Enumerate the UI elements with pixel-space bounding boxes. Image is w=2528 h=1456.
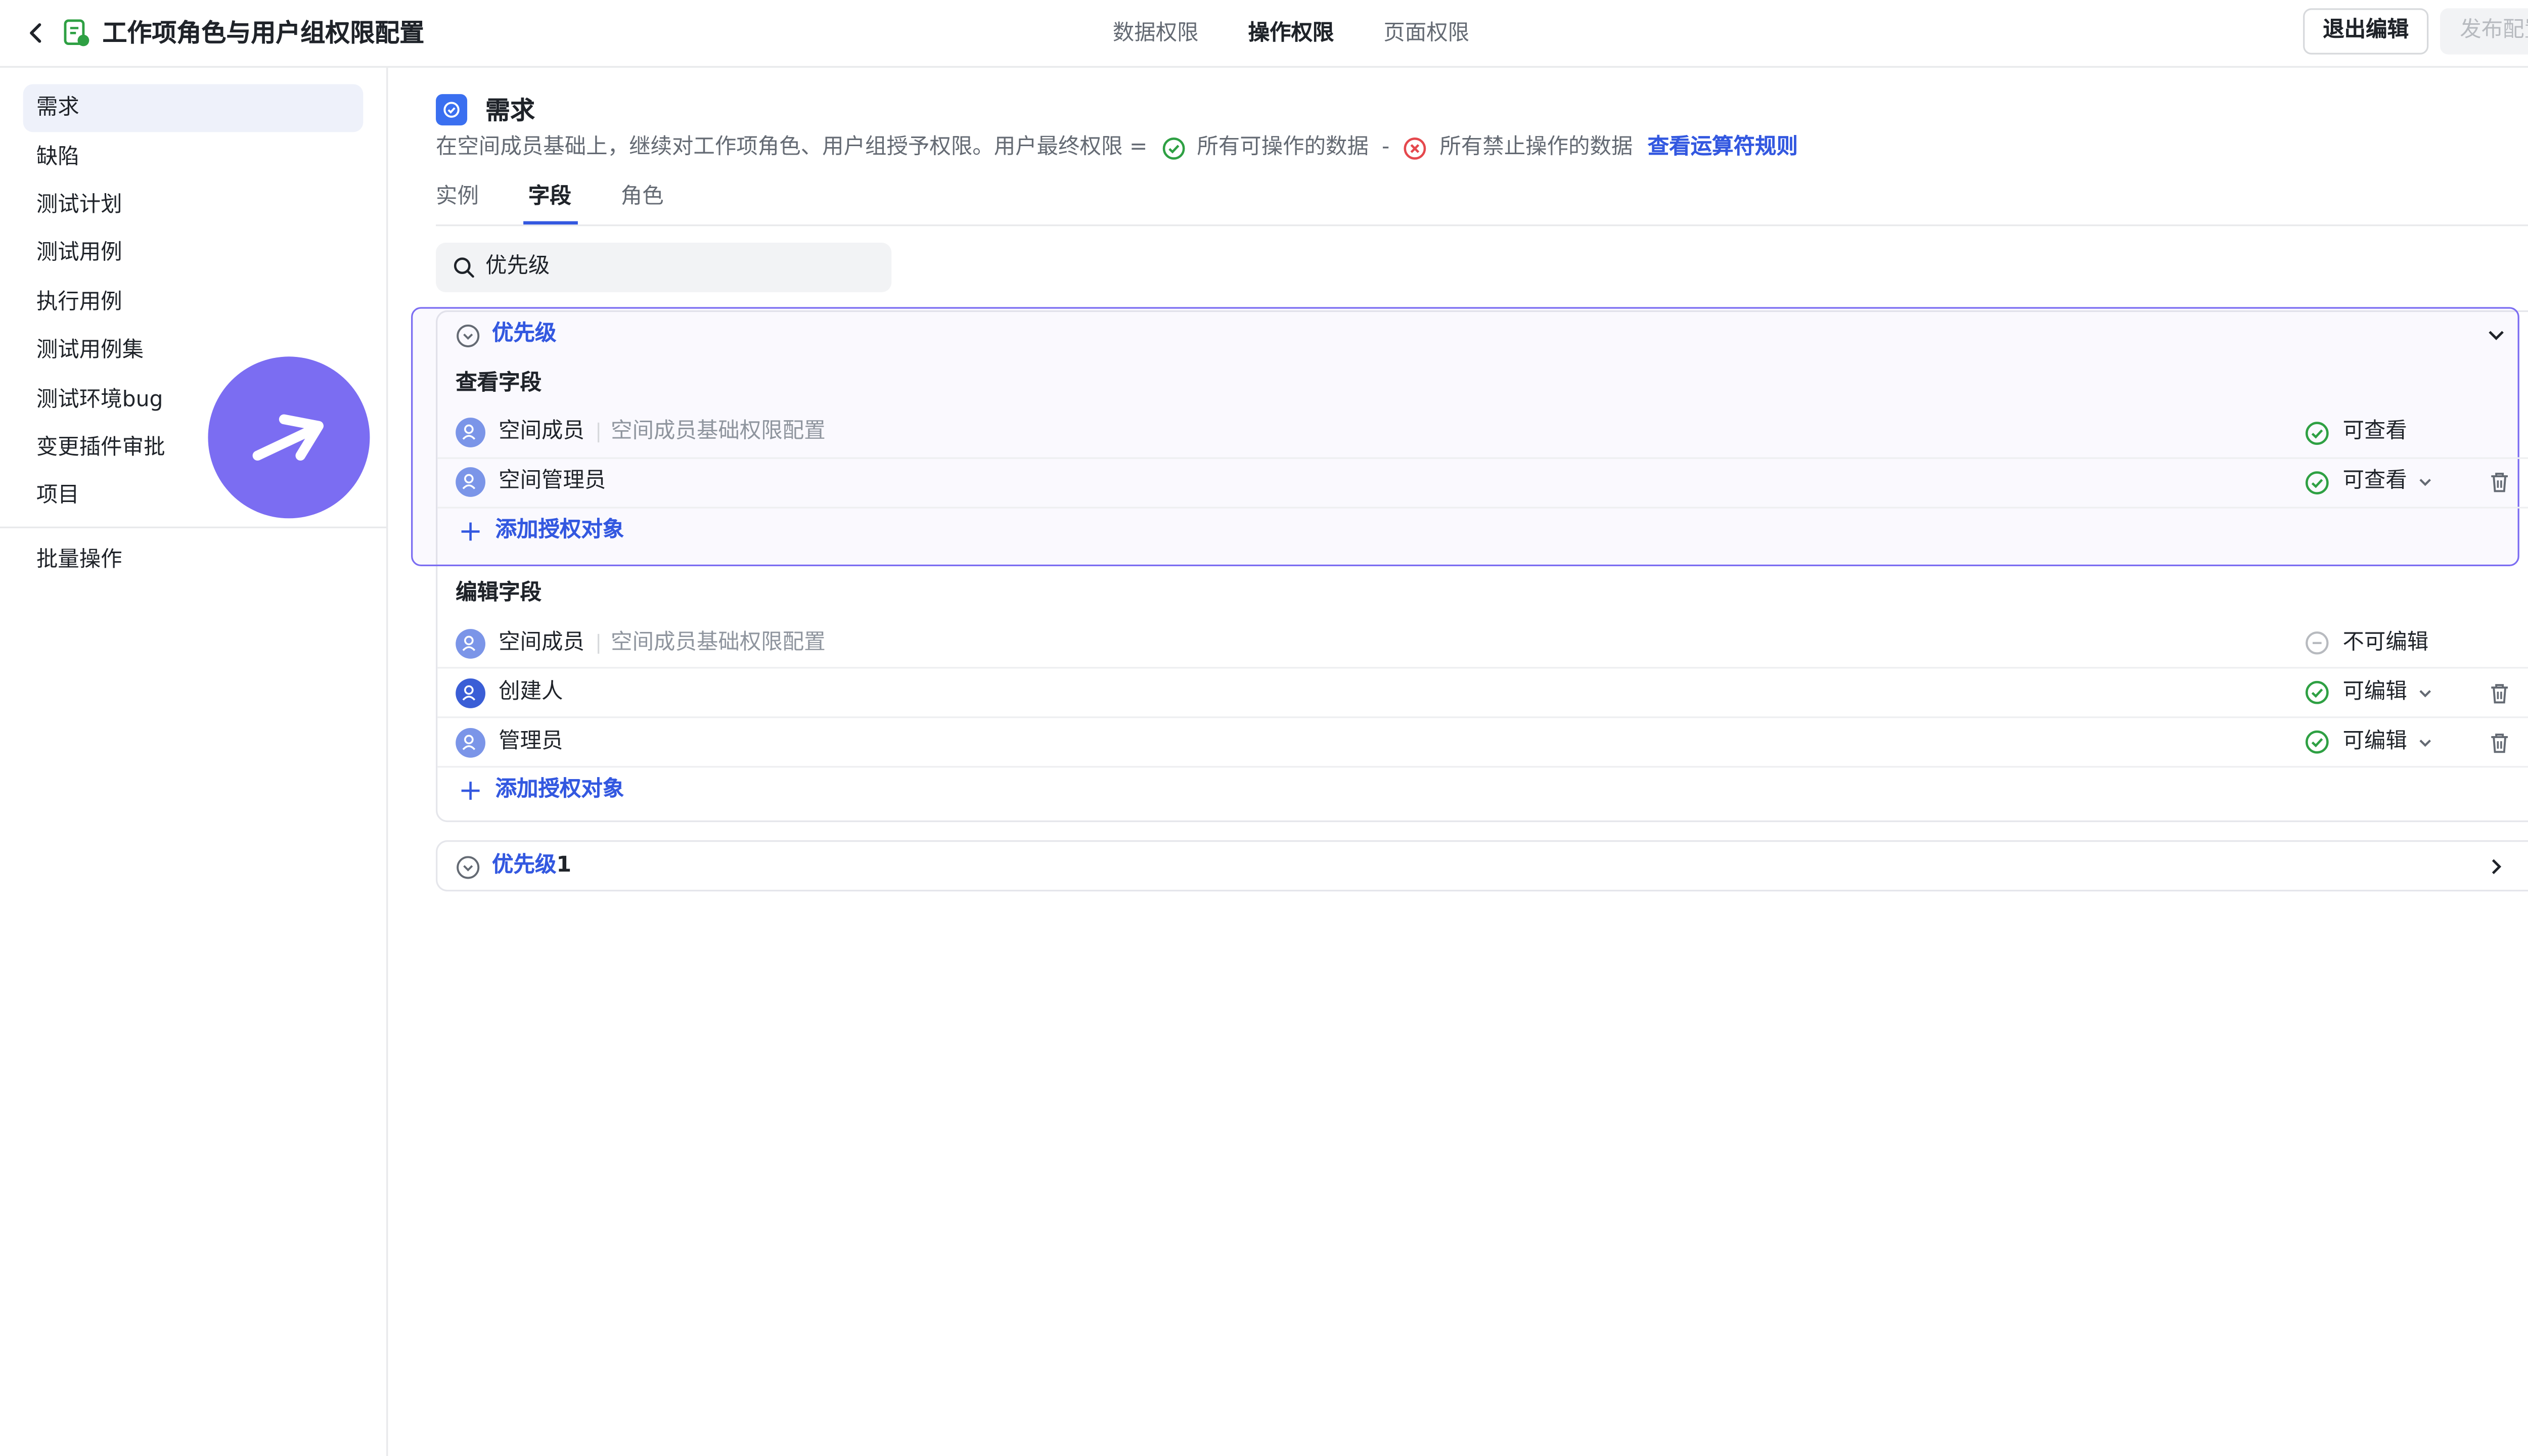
section-title: 需求 <box>485 96 535 126</box>
floating-arrow-button[interactable] <box>208 356 370 519</box>
page-title: 工作项角色与用户组权限配置 <box>102 18 425 48</box>
user-group-icon <box>456 418 485 447</box>
row-name: 创建人 <box>499 680 563 705</box>
subtab-instance[interactable]: 实例 <box>436 180 479 216</box>
subtab-role[interactable]: 角色 <box>621 180 664 216</box>
back-arrow-icon[interactable] <box>23 20 50 46</box>
sidebar-item-test-plan[interactable]: 测试计划 <box>23 181 364 230</box>
permission-status-select[interactable]: 可查看 <box>2342 466 2407 498</box>
field-group-title-suffix: 1 <box>556 853 571 879</box>
minus-circle-icon <box>2306 631 2329 655</box>
add-authorized-object-button[interactable]: 添加授权对象 <box>495 515 624 548</box>
chevron-down-icon[interactable] <box>2487 325 2506 345</box>
sidebar-divider <box>0 526 387 528</box>
check-circle-icon <box>1162 137 1185 160</box>
permission-status-select[interactable]: 可编辑 <box>2342 677 2407 710</box>
check-circle-icon <box>2305 422 2329 445</box>
field-group-card-collapsed[interactable] <box>436 840 2528 892</box>
sidebar-item-requirement[interactable]: 需求 <box>23 84 364 132</box>
check-circle-icon <box>2305 680 2329 704</box>
app-window: 工作项角色与用户组权限配置 数据权限 操作权限 页面权限 退出编辑 发布配置 需… <box>0 0 2528 1456</box>
field-group-title[interactable]: 优先级1 <box>492 850 571 883</box>
field-group-title-text: 优先级 <box>492 853 557 879</box>
field-group-title[interactable]: 优先级 <box>492 318 556 351</box>
user-group-icon <box>456 629 485 659</box>
x-circle-icon <box>1404 137 1426 160</box>
plus-icon[interactable] <box>459 779 482 802</box>
row-note: 空间成员基础权限配置 <box>611 419 826 444</box>
search-icon <box>454 257 474 278</box>
collapse-circle-icon[interactable] <box>456 855 480 880</box>
sidebar-item-defect[interactable]: 缺陷 <box>23 133 364 181</box>
forbidden-data-label: 所有禁止操作的数据 <box>1439 135 1633 160</box>
view-field-heading: 查看字段 <box>456 371 542 396</box>
edit-field-heading: 编辑字段 <box>456 581 542 606</box>
row-name: 空间成员 <box>499 419 584 444</box>
sidebar: 需求 缺陷 测试计划 测试用例 执行用例 测试用例集 测试环境bug 变更插件审… <box>0 67 388 1456</box>
row-divider <box>437 667 2528 669</box>
tab-operation-permission[interactable]: 操作权限 <box>1248 18 1334 51</box>
name-note-divider <box>598 422 600 443</box>
allowed-data-label: 所有可操作的数据 <box>1197 135 1369 160</box>
trash-icon[interactable] <box>2488 682 2511 705</box>
tabs-divider <box>436 224 2528 226</box>
trash-icon[interactable] <box>2488 732 2511 755</box>
check-circle-icon <box>2305 471 2329 494</box>
operator-rules-link[interactable]: 查看运算符规则 <box>1648 132 1798 165</box>
chevron-down-icon[interactable] <box>2417 735 2433 751</box>
section-check-icon <box>436 94 468 126</box>
row-divider <box>437 716 2528 718</box>
trash-icon[interactable] <box>2488 471 2511 494</box>
check-circle-icon <box>2305 730 2329 754</box>
collapse-circle-icon[interactable] <box>456 324 480 348</box>
permission-description: 在空间成员基础上，继续对工作项角色、用户组授予权限。用户最终权限 = <box>436 135 1148 160</box>
row-name: 空间管理员 <box>499 469 606 494</box>
batch-operation-item[interactable]: 批量操作 <box>23 536 364 584</box>
user-group-icon <box>456 727 485 758</box>
exit-edit-button[interactable]: 退出编辑 <box>2303 8 2429 55</box>
name-note-divider <box>598 633 600 654</box>
sidebar-item-exec-case[interactable]: 执行用例 <box>23 279 364 327</box>
sidebar-item-test-case[interactable]: 测试用例 <box>23 230 364 278</box>
active-tab-indicator <box>523 221 578 225</box>
row-divider <box>437 766 2528 768</box>
creator-user-icon <box>456 678 485 708</box>
chevron-right-icon[interactable] <box>2487 857 2506 877</box>
tab-page-permission[interactable]: 页面权限 <box>1383 18 1469 51</box>
chevron-down-icon[interactable] <box>2417 685 2433 702</box>
permission-status-select[interactable]: 可编辑 <box>2342 726 2407 759</box>
subtab-field[interactable]: 字段 <box>528 180 571 216</box>
plus-icon[interactable] <box>459 520 482 543</box>
row-name: 空间成员 <box>499 630 584 656</box>
chevron-down-icon[interactable] <box>2417 474 2433 490</box>
search-value: 优先级 <box>485 254 550 279</box>
row-divider <box>437 507 2528 509</box>
user-group-icon <box>456 467 485 497</box>
tab-data-permission[interactable]: 数据权限 <box>1113 18 1199 51</box>
row-note: 空间成员基础权限配置 <box>611 630 826 656</box>
permission-status: 不可编辑 <box>2342 630 2429 656</box>
document-icon <box>64 19 89 47</box>
minus-sign: - <box>1382 135 1390 160</box>
add-authorized-object-button[interactable]: 添加授权对象 <box>495 774 624 807</box>
arrow-up-right-icon <box>252 414 324 461</box>
publish-button[interactable]: 发布配置 <box>2440 8 2528 55</box>
row-divider <box>437 457 2528 459</box>
permission-status: 可查看 <box>2342 419 2407 444</box>
top-bar: 工作项角色与用户组权限配置 数据权限 操作权限 页面权限 退出编辑 发布配置 <box>0 0 2528 68</box>
row-name: 管理员 <box>499 730 563 755</box>
